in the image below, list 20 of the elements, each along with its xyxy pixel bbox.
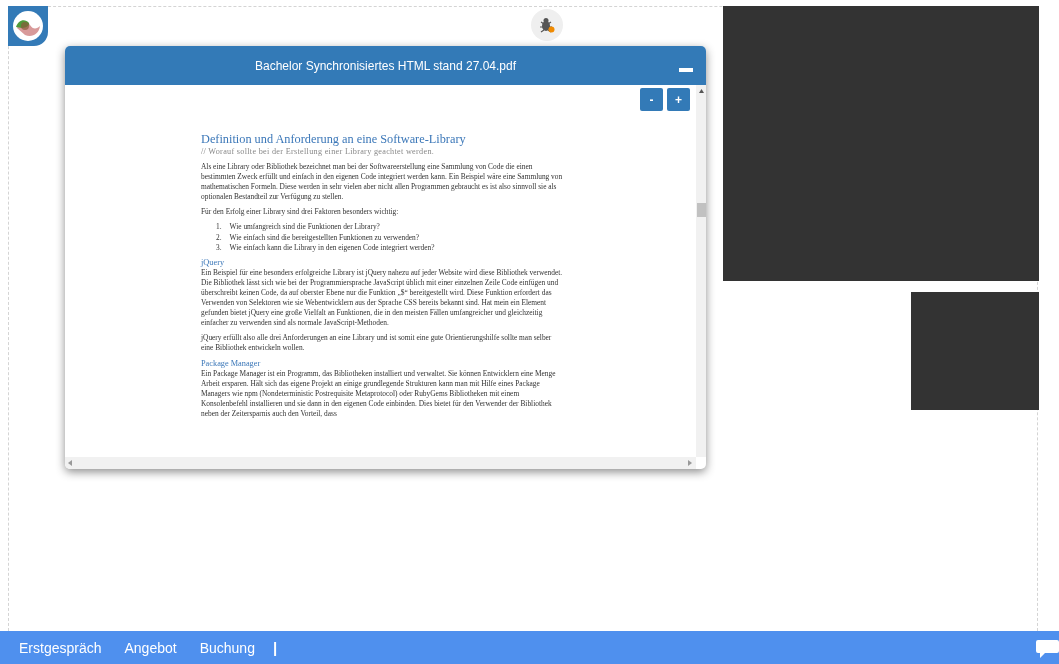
section-heading: Package Manager [201,358,262,369]
nav-link[interactable]: Angebot [124,639,177,656]
scroll-up-icon[interactable] [699,88,704,94]
window-title: Bachelor Synchronisiertes HTML stand 27.04.pdf [255,58,516,73]
zoom-in-button[interactable]: + [667,88,690,111]
nav-link[interactable]: Buchung [199,639,255,656]
horizontal-scrollbar[interactable] [65,457,696,469]
chat-icon[interactable] [1036,639,1059,659]
logo-icon [8,6,48,46]
zoom-out-button[interactable]: - [640,88,663,111]
document-subtitle: // Worauf sollte bei der Erstellung einer Library geachtet werden. [201,146,436,157]
scroll-left-icon[interactable] [68,460,73,466]
bug-icon[interactable] [531,9,563,41]
nav-link[interactable]: Erstgespräch [19,639,102,656]
scroll-right-icon[interactable] [687,460,692,466]
scroll-thumb[interactable] [697,203,706,217]
section-heading: jQuery [201,257,226,268]
vertical-scrollbar[interactable] [696,85,706,457]
text-cursor: | [272,639,278,656]
document-title: Definition und Anforderung an eine Software-Library [201,132,467,146]
